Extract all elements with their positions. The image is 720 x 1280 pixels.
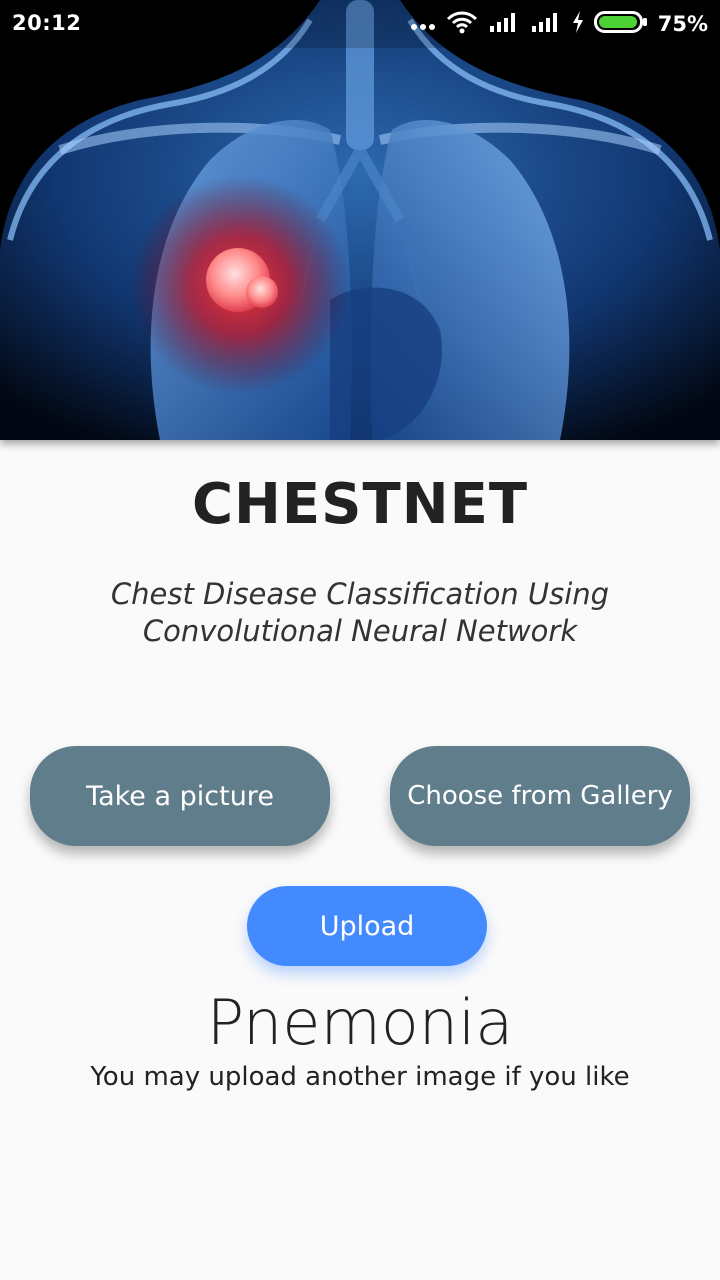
app-title: CHESTNET [191,472,529,537]
choose-gallery-button[interactable]: Choose from Gallery [390,746,690,846]
more-dots-icon [410,15,436,34]
upload-hint: You may upload another image if you like [90,1062,630,1092]
status-bar: 20:12 75% [0,0,720,48]
prediction-result: Pnemonia [206,986,514,1059]
status-time: 20:12 [12,11,82,35]
battery-percent: 75% [657,12,708,36]
lungs-illustration [0,0,720,440]
status-icons: 75% [410,8,708,40]
upload-button[interactable]: Upload [247,886,487,966]
wifi-icon [446,10,478,38]
take-picture-button[interactable]: Take a picture [30,746,330,846]
signal-icon [530,11,562,37]
app-screen: 20:12 75% CHESTNET Chest Disease Classif… [0,0,720,1280]
signal-icon [488,11,520,37]
battery-icon [593,10,648,38]
charging-icon [572,11,584,37]
chest-xray-lungs-image [0,0,720,440]
app-subtitle: Chest Disease Classification Using Convo… [110,577,610,648]
